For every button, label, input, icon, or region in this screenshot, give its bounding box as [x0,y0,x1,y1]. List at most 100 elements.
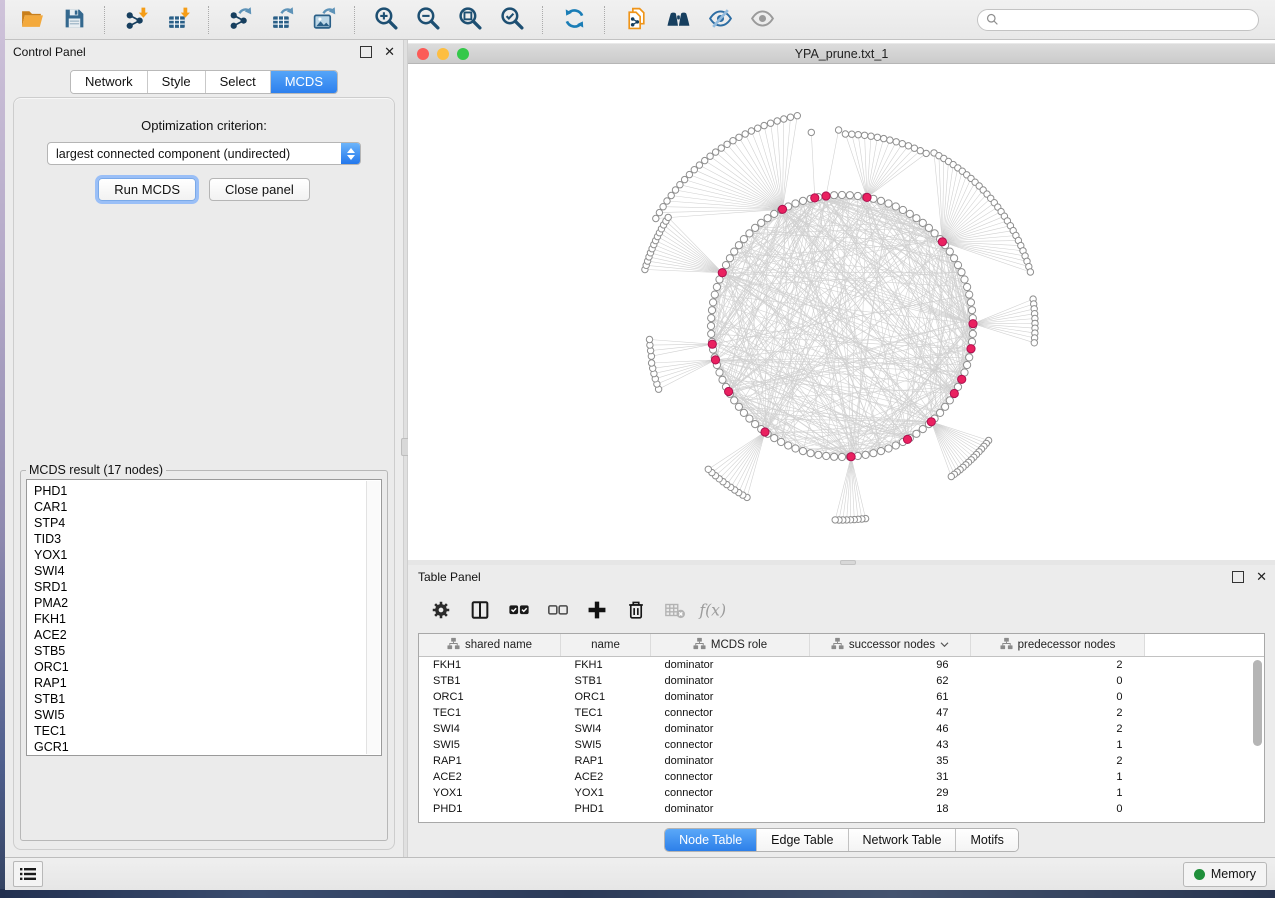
table-row[interactable]: RAP1RAP1dominator352 [419,753,1264,769]
network-canvas[interactable] [408,64,1275,560]
tab-mcds[interactable]: MCDS [271,71,337,93]
mcds-hub-node[interactable] [967,345,975,353]
tab-network[interactable]: Network [71,71,148,93]
panel-menu-button[interactable] [13,861,43,887]
mcds-result-item[interactable]: STB1 [34,691,381,707]
table-row[interactable]: YOX1YOX1connector291 [419,785,1264,801]
mcds-hub-node[interactable] [950,389,958,397]
close-panel-button[interactable]: Close panel [209,178,310,201]
mcds-hub-node[interactable] [969,320,977,328]
table-row[interactable]: SWI4SWI4dominator462 [419,721,1264,737]
column-header-mcds-role[interactable]: MCDS role [651,634,810,657]
table-row[interactable]: ACE2ACE2connector311 [419,769,1264,785]
function-builder-button[interactable]: f(x) [697,595,731,627]
save-session-button[interactable] [55,4,93,36]
tab-style[interactable]: Style [148,71,206,93]
table-settings-button[interactable] [424,595,458,627]
mcds-result-item[interactable]: TEC1 [34,723,381,739]
close-panel-icon[interactable]: ✕ [384,47,395,57]
mcds-result-item[interactable]: SWI5 [34,707,381,723]
column-header-name[interactable]: name [561,634,651,657]
mcds-result-item[interactable]: STB5 [34,643,381,659]
table-row[interactable]: PHD1PHD1dominator180 [419,801,1264,817]
mcds-hub-node[interactable] [938,238,946,246]
tab-node-table[interactable]: Node Table [665,829,757,851]
mcds-list-scrollbar[interactable] [366,481,380,754]
mcds-result-item[interactable]: STP4 [34,515,381,531]
find-button[interactable] [659,4,697,36]
delete-table-button[interactable] [658,595,692,627]
mcds-result-item[interactable]: CAR1 [34,499,381,515]
mcds-hub-node[interactable] [847,453,855,461]
mcds-hub-node[interactable] [708,340,716,348]
column-header-shared-name[interactable]: shared name [419,634,561,657]
close-panel-icon[interactable]: ✕ [1256,572,1267,582]
zoom-out-button[interactable] [409,4,447,36]
mcds-result-item[interactable]: ACE2 [34,627,381,643]
mcds-result-item[interactable]: YOX1 [34,547,381,563]
export-table-button[interactable] [263,4,301,36]
table-row[interactable]: ORC1ORC1dominator610 [419,689,1264,705]
table-row[interactable]: STB1STB1dominator620 [419,673,1264,689]
zoom-fit-button[interactable] [451,4,489,36]
column-header-predecessor-nodes[interactable]: predecessor nodes [971,634,1145,657]
table-scrollbar[interactable] [1253,660,1262,746]
mcds-hub-node[interactable] [863,193,871,201]
tab-edge-table[interactable]: Edge Table [757,829,848,851]
export-image-button[interactable] [305,4,343,36]
splitter-grabber[interactable] [840,560,856,565]
mcds-result-item[interactable]: SRD1 [34,579,381,595]
mcds-result-item[interactable]: TID3 [34,531,381,547]
mcds-hub-node[interactable] [927,418,935,426]
mcds-result-item[interactable]: SWI4 [34,563,381,579]
mcds-hub-node[interactable] [725,387,733,395]
export-network-button[interactable] [221,4,259,36]
float-panel-icon[interactable] [360,46,372,58]
tab-network-table[interactable]: Network Table [849,829,957,851]
clone-network-button[interactable] [617,4,655,36]
show-columns-button[interactable] [463,595,497,627]
mcds-hub-node[interactable] [718,269,726,277]
search-input[interactable] [977,9,1259,31]
add-entry-button[interactable] [580,595,614,627]
mcds-hub-node[interactable] [778,205,786,213]
open-file-button[interactable] [13,4,51,36]
mcds-hub-node[interactable] [811,194,819,202]
mcds-result-item[interactable]: PHD1 [34,483,381,499]
mcds-hub-node[interactable] [958,375,966,383]
table-row[interactable]: FKH1FKH1dominator962 [419,657,1264,674]
mcds-hub-node[interactable] [903,435,911,443]
deselect-all-button[interactable] [541,595,575,627]
table-row[interactable]: TEC1TEC1connector472 [419,705,1264,721]
show-hidden-button[interactable] [743,4,781,36]
zoom-in-button[interactable] [367,4,405,36]
float-panel-icon[interactable] [1232,571,1244,583]
memory-button[interactable]: Memory [1183,862,1267,887]
hide-unhide-button[interactable] [701,4,739,36]
tab-select[interactable]: Select [206,71,271,93]
graph-leaf-nodes[interactable] [642,113,1038,524]
zoom-selected-button[interactable] [493,4,531,36]
tab-motifs[interactable]: Motifs [956,829,1017,851]
mcds-result-item[interactable]: ORC1 [34,659,381,675]
network-graph[interactable] [408,64,1275,560]
mcds-result-item[interactable]: RAP1 [34,675,381,691]
refresh-button[interactable] [555,4,593,36]
optimization-criterion-select[interactable]: largest connected component (undirected) [47,142,361,165]
select-all-button[interactable] [502,595,536,627]
mcds-result-item[interactable]: GCR1 [34,739,381,755]
mcds-hub-node[interactable] [761,428,769,436]
run-mcds-button[interactable]: Run MCDS [98,178,196,201]
toolbar-separator [104,6,106,34]
mcds-result-list[interactable]: PHD1CAR1STP4TID3YOX1SWI4SRD1PMA2FKH1ACE2… [26,479,382,756]
table-row[interactable]: SWI5SWI5connector431 [419,737,1264,753]
delete-entry-button[interactable] [619,595,653,627]
column-header-successor-nodes[interactable]: successor nodes [810,634,971,657]
import-network-button[interactable] [117,4,155,36]
horizontal-splitter[interactable] [408,560,1275,565]
mcds-hub-node[interactable] [711,356,719,364]
mcds-hub-node[interactable] [822,192,830,200]
mcds-result-item[interactable]: PMA2 [34,595,381,611]
import-table-button[interactable] [159,4,197,36]
mcds-result-item[interactable]: FKH1 [34,611,381,627]
